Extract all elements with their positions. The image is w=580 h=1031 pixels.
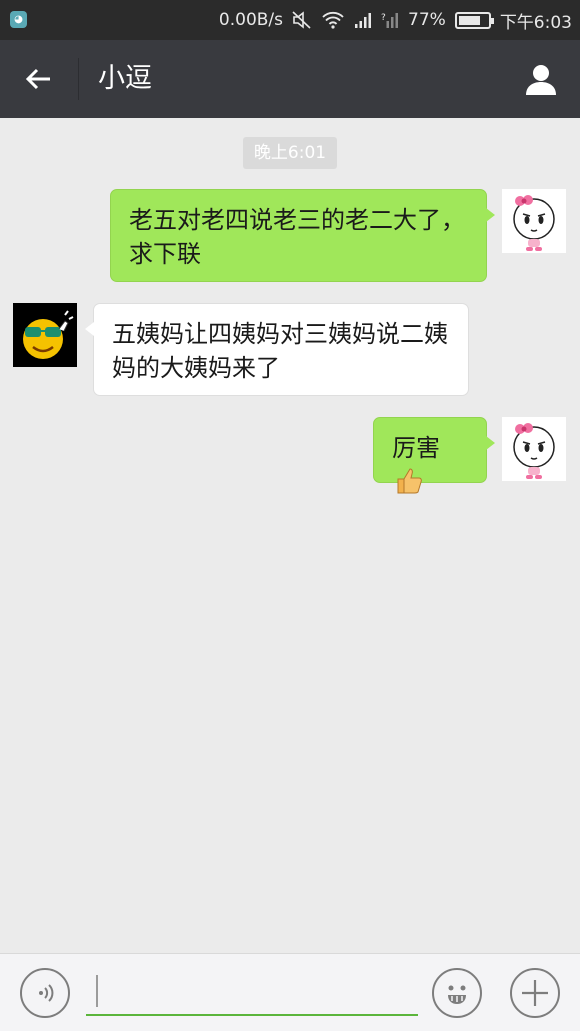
smiley-icon bbox=[448, 985, 466, 1004]
clock: 下午6:03 bbox=[499, 12, 572, 33]
more-options-button[interactable] bbox=[510, 968, 560, 1018]
message-bubble-outgoing[interactable]: 厉害 bbox=[373, 417, 495, 494]
message-text: 厉害 bbox=[392, 434, 440, 462]
my-avatar[interactable] bbox=[502, 417, 566, 481]
battery-percent: 77% bbox=[408, 10, 446, 30]
text-cursor bbox=[96, 975, 98, 1007]
chat-title: 小逗 bbox=[98, 63, 152, 94]
plus-icon bbox=[522, 980, 548, 1006]
thumbs-up-icon bbox=[394, 465, 424, 504]
voice-icon bbox=[39, 984, 54, 1002]
battery-icon bbox=[454, 11, 494, 29]
voice-input-button[interactable] bbox=[20, 968, 70, 1018]
back-arrow-icon bbox=[25, 68, 50, 90]
back-button[interactable] bbox=[16, 60, 60, 98]
mute-icon bbox=[292, 11, 312, 29]
message-input[interactable] bbox=[86, 970, 418, 1016]
emoji-button[interactable] bbox=[432, 968, 482, 1018]
chat-area[interactable]: 晚上6:01 老五对老四说老三的老二大了，求下联 五姨妈让四姨妈对三姨妈说二姨妈… bbox=[0, 118, 580, 953]
person-icon bbox=[526, 65, 556, 95]
input-bar bbox=[0, 953, 580, 1031]
message-bubble-outgoing[interactable]: 老五对老四说老三的老二大了，求下联 bbox=[110, 189, 495, 282]
my-avatar[interactable] bbox=[502, 189, 566, 253]
message-timestamp: 晚上6:01 bbox=[243, 137, 337, 169]
svg-text:?: ? bbox=[381, 13, 386, 23]
message-text: 老五对老四说老三的老二大了，求下联 bbox=[129, 206, 465, 268]
message-text: 五姨妈让四姨妈对三姨妈说二姨妈的大姨妈来了 bbox=[112, 320, 448, 382]
status-bar: ◕ 0.00B/s ? 77% 下午6:03 bbox=[0, 0, 580, 40]
signal-icon bbox=[354, 11, 372, 29]
contact-avatar[interactable] bbox=[13, 303, 77, 367]
title-bar: 小逗 bbox=[0, 40, 580, 118]
signal-2-icon: ? bbox=[381, 11, 399, 29]
wifi-icon bbox=[321, 11, 345, 29]
app-notification-icon: ◕ bbox=[10, 11, 27, 28]
chat-info-button[interactable] bbox=[522, 60, 560, 98]
title-divider bbox=[78, 58, 79, 100]
net-speed: 0.00B/s bbox=[218, 10, 284, 30]
status-indicators: 0.00B/s ? 77% 下午6:03 bbox=[219, 0, 572, 40]
message-bubble-incoming[interactable]: 五姨妈让四姨妈对三姨妈说二姨妈的大姨妈来了 bbox=[85, 303, 469, 396]
